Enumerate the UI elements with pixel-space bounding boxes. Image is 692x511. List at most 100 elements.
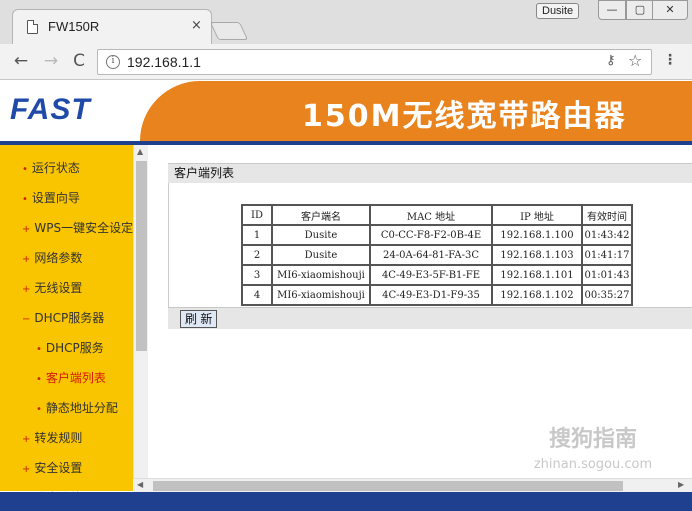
sidebar-scrollbar[interactable]: ▲ ▼ bbox=[133, 145, 148, 491]
footer-bar bbox=[0, 492, 692, 511]
table-cell: MI6-xiaomishouji bbox=[271, 264, 371, 286]
sidebar-item[interactable]: • 静态地址分配 bbox=[36, 399, 118, 416]
bullet-icon: + bbox=[22, 434, 31, 445]
bullet-icon: • bbox=[36, 344, 42, 355]
table-cell: Dusite bbox=[271, 224, 371, 246]
table-cell: Dusite bbox=[271, 244, 371, 266]
sidebar-item-label: WPS一键安全设定 bbox=[34, 221, 134, 235]
table-row: 3 MI6-xiaomishouji 4C-49-E3-5F-B1-FE 192.16… bbox=[241, 264, 633, 286]
table-cell: C0-CC-F8-F2-0B-4E bbox=[369, 224, 493, 246]
router-page: FAST 150M无线宽带路由器 • 运行状态 • 设置向导 + WPS一键安全设定 + 网络… bbox=[0, 81, 692, 511]
table-cell: 01:43:42 bbox=[581, 224, 633, 246]
table-row: 2 Dusite 24-0A-64-81-FA-3C 192.168.1.103 01:… bbox=[241, 244, 633, 266]
panel-footer: 刷 新 bbox=[168, 307, 692, 329]
bullet-icon: + bbox=[22, 284, 31, 295]
refresh-button[interactable]: 刷 新 bbox=[180, 310, 218, 328]
browser-toolbar: ← → C i 192.168.1.1 ⚷ ☆ ⋮ bbox=[0, 44, 692, 80]
table-cell: 24-0A-64-81-FA-3C bbox=[369, 244, 493, 266]
reload-icon[interactable]: C bbox=[68, 52, 90, 70]
column-header: MAC 地址 bbox=[369, 204, 493, 226]
horizontal-scroll-thumb[interactable] bbox=[153, 481, 623, 491]
page-icon bbox=[27, 20, 38, 34]
table-row: 4 MI6-xiaomishouji 4C-49-E3-D1-F9-35 192.16… bbox=[241, 284, 633, 306]
sidebar-item-label: 转发规则 bbox=[34, 431, 83, 445]
table-cell: 4C-49-E3-D1-F9-35 bbox=[369, 284, 493, 306]
sidebar-item-label: 运行状态 bbox=[31, 161, 80, 175]
key-icon[interactable]: ⚷ bbox=[606, 53, 616, 68]
sidebar-item-label: 无线设置 bbox=[34, 281, 83, 295]
sidebar-item-label: DHCP服务 bbox=[45, 341, 104, 355]
close-window-button[interactable]: ✕ bbox=[652, 0, 688, 20]
sidebar-item[interactable]: • 设置向导 bbox=[22, 189, 80, 206]
table-cell: 1 bbox=[241, 224, 273, 246]
bullet-icon: + bbox=[22, 224, 31, 235]
watermark-url: zhinan.sogou.com bbox=[533, 457, 653, 472]
bullet-icon: • bbox=[36, 404, 42, 415]
minimize-button[interactable]: — bbox=[598, 0, 626, 20]
tab-title: FW150R bbox=[48, 19, 100, 34]
tab-close-icon[interactable]: × bbox=[191, 18, 202, 33]
fast-logo: FAST bbox=[10, 93, 91, 126]
new-tab-button[interactable] bbox=[209, 22, 249, 40]
horizontal-scrollbar[interactable]: ◀ ▶ bbox=[133, 478, 692, 492]
table-cell: 4C-49-E3-5F-B1-FE bbox=[369, 264, 493, 286]
router-banner: FAST 150M无线宽带路由器 bbox=[0, 81, 692, 141]
scroll-right-icon[interactable]: ▶ bbox=[678, 480, 684, 489]
forward-arrow-icon[interactable]: → bbox=[40, 52, 62, 70]
sidebar-item-label: 安全设置 bbox=[34, 461, 83, 475]
table-cell: 192.168.1.102 bbox=[491, 284, 583, 306]
back-arrow-icon[interactable]: ← bbox=[10, 52, 32, 70]
table-cell: 2 bbox=[241, 244, 273, 266]
site-info-icon[interactable]: i bbox=[106, 55, 120, 69]
url-text[interactable]: 192.168.1.1 bbox=[127, 54, 201, 70]
table-cell: 192.168.1.100 bbox=[491, 224, 583, 246]
scroll-left-icon[interactable]: ◀ bbox=[137, 480, 143, 489]
sidebar-item[interactable]: + 安全设置 bbox=[22, 459, 82, 476]
bullet-icon: • bbox=[36, 374, 42, 385]
profile-button[interactable]: Dusite bbox=[536, 3, 580, 19]
sidebar-item-label: DHCP服务器 bbox=[34, 311, 105, 325]
sidebar-item-label: 客户端列表 bbox=[45, 371, 106, 385]
bookmark-star-icon[interactable]: ☆ bbox=[628, 51, 642, 70]
watermark-title: 搜狗指南 bbox=[548, 427, 637, 452]
sidebar-item-label: 网络参数 bbox=[34, 251, 83, 265]
client-table: ID 客户端名 MAC 地址 IP 地址 有效时间 1 Dusite C0-CC-F8-F2… bbox=[241, 204, 633, 306]
scroll-up-icon[interactable]: ▲ bbox=[137, 147, 143, 156]
collapse-icon: − bbox=[22, 314, 31, 325]
router-sidebar: • 运行状态 • 设置向导 + WPS一键安全设定 + 网络参数 + 无线设置 − DHCP服务器 • D… bbox=[0, 145, 133, 505]
banner-title: 150M无线宽带路由器 bbox=[302, 99, 627, 134]
sidebar-item[interactable]: • DHCP服务 bbox=[36, 339, 104, 356]
sidebar-item-label: 静态地址分配 bbox=[45, 401, 118, 415]
column-header: ID bbox=[241, 204, 273, 226]
bullet-icon: + bbox=[22, 464, 31, 475]
sidebar-scroll-thumb[interactable] bbox=[136, 161, 147, 351]
bullet-icon: + bbox=[22, 254, 31, 265]
sidebar-item[interactable]: + 无线设置 bbox=[22, 279, 82, 296]
column-header: IP 地址 bbox=[491, 204, 583, 226]
table-cell: MI6-xiaomishouji bbox=[271, 284, 371, 306]
sidebar-item[interactable]: + 网络参数 bbox=[22, 249, 82, 266]
sidebar-item[interactable]: • 客户端列表 bbox=[36, 369, 106, 386]
sidebar-item[interactable]: + 转发规则 bbox=[22, 429, 82, 446]
column-header: 客户端名 bbox=[271, 204, 371, 226]
sidebar-item[interactable]: • 运行状态 bbox=[22, 159, 80, 176]
address-bar[interactable]: i 192.168.1.1 ⚷ ☆ bbox=[97, 49, 652, 75]
maximize-button[interactable]: ▢ bbox=[626, 0, 654, 20]
table-cell: 01:41:17 bbox=[581, 244, 633, 266]
column-header: 有效时间 bbox=[581, 204, 633, 226]
bullet-icon: • bbox=[22, 194, 28, 205]
table-row: 1 Dusite C0-CC-F8-F2-0B-4E 192.168.1.100 01:… bbox=[241, 224, 633, 246]
table-cell: 01:01:43 bbox=[581, 264, 633, 286]
watermark: 搜狗指南 zhinan.sogou.com bbox=[508, 421, 678, 472]
client-list-panel: ID 客户端名 MAC 地址 IP 地址 有效时间 1 Dusite C0-CC-F8-F2… bbox=[168, 183, 692, 307]
table-cell: 192.168.1.103 bbox=[491, 244, 583, 266]
table-cell: 3 bbox=[241, 264, 273, 286]
browser-tab[interactable]: FW150R × bbox=[12, 9, 212, 44]
sidebar-item[interactable]: + WPS一键安全设定 bbox=[22, 219, 133, 236]
panel-title: 客户端列表 bbox=[168, 163, 692, 183]
table-cell: 4 bbox=[241, 284, 273, 306]
sidebar-item[interactable]: − DHCP服务器 bbox=[22, 309, 104, 326]
sidebar-item-label: 设置向导 bbox=[31, 191, 80, 205]
bullet-icon: • bbox=[22, 164, 28, 175]
browser-menu-icon[interactable]: ⋮ bbox=[663, 52, 677, 68]
